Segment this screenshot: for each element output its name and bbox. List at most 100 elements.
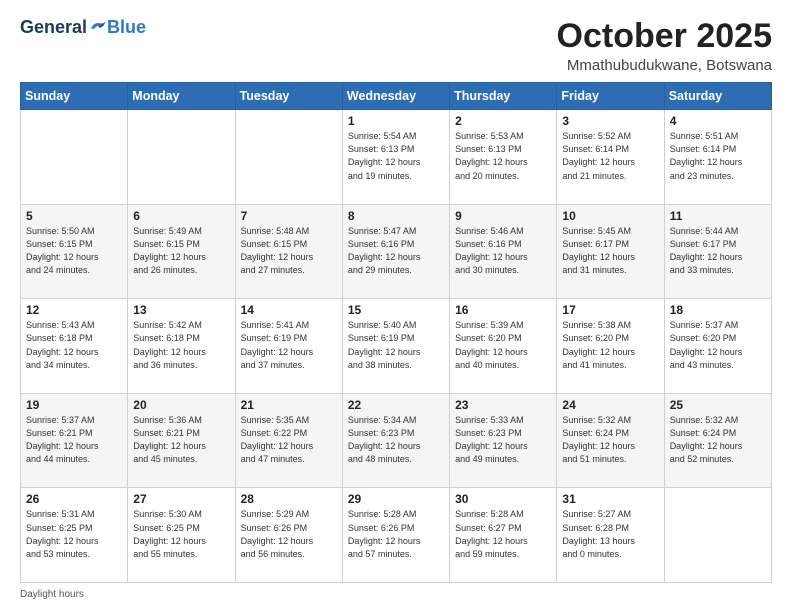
calendar-cell: 6Sunrise: 5:49 AM Sunset: 6:15 PM Daylig… (128, 204, 235, 299)
day-info: Sunrise: 5:39 AM Sunset: 6:20 PM Dayligh… (455, 319, 551, 371)
daylight-label: Daylight hours (20, 589, 84, 600)
calendar-cell: 2Sunrise: 5:53 AM Sunset: 6:13 PM Daylig… (450, 110, 557, 205)
day-number: 15 (348, 303, 444, 317)
day-number: 7 (241, 209, 337, 223)
day-info: Sunrise: 5:32 AM Sunset: 6:24 PM Dayligh… (562, 414, 658, 466)
calendar-week-row: 12Sunrise: 5:43 AM Sunset: 6:18 PM Dayli… (21, 299, 772, 394)
calendar-cell: 5 Sunrise: 5:50 AM Sunset: 6:15 PM Daylig… (21, 204, 128, 299)
day-number: 17 (562, 303, 658, 317)
title-section: October 2025 Mmathubudukwane, Botswana (557, 18, 772, 74)
day-number: 14 (241, 303, 337, 317)
day-number: 25 (670, 398, 766, 412)
day-number: 31 (562, 492, 658, 506)
day-info: Sunrise: 5:32 AM Sunset: 6:24 PM Dayligh… (670, 414, 766, 466)
footer: Daylight hours (20, 589, 772, 600)
day-number: 5 (26, 209, 122, 223)
month-title: October 2025 (557, 18, 772, 55)
calendar-header-sunday: Sunday (21, 83, 128, 110)
day-number: 20 (133, 398, 229, 412)
day-info: Sunrise: 5:43 AM Sunset: 6:18 PM Dayligh… (26, 319, 122, 371)
calendar-cell: 26 Sunrise: 5:31 AM Sunset: 6:25 PM Dayli… (21, 488, 128, 583)
calendar-header-monday: Monday (128, 83, 235, 110)
day-info: Sunrise: 5:45 AM Sunset: 6:17 PM Dayligh… (562, 225, 658, 277)
calendar-cell: 28Sunrise: 5:29 AM Sunset: 6:26 PM Dayli… (235, 488, 342, 583)
day-info: Sunrise: 5:33 AM Sunset: 6:23 PM Dayligh… (455, 414, 551, 466)
calendar-cell: 31 Sunrise: 5:27 AM Sunset: 6:28 PM Dayli… (557, 488, 664, 583)
calendar-cell: 1 Sunrise: 5:54 AM Sunset: 6:13 PM Daylig… (342, 110, 449, 205)
day-number: 24 (562, 398, 658, 412)
calendar-week-row: 26 Sunrise: 5:31 AM Sunset: 6:25 PM Dayli… (21, 488, 772, 583)
day-number: 3 (562, 114, 658, 128)
day-number: 22 (348, 398, 444, 412)
calendar-cell: 25 Sunrise: 5:32 AM Sunset: 6:24 PM Dayli… (664, 393, 771, 488)
day-info: Sunrise: 5:51 AM Sunset: 6:14 PM Dayligh… (670, 130, 766, 182)
day-number: 23 (455, 398, 551, 412)
day-info: Sunrise: 5:31 AM Sunset: 6:25 PM Dayligh… (26, 508, 122, 560)
calendar-cell: 29 Sunrise: 5:28 AM Sunset: 6:26 PM Dayli… (342, 488, 449, 583)
calendar-cell (664, 488, 771, 583)
calendar-cell: 27Sunrise: 5:30 AM Sunset: 6:25 PM Dayli… (128, 488, 235, 583)
calendar-cell: 14 Sunrise: 5:41 AM Sunset: 6:19 PM Dayli… (235, 299, 342, 394)
calendar-cell: 15Sunrise: 5:40 AM Sunset: 6:19 PM Dayli… (342, 299, 449, 394)
calendar-header-saturday: Saturday (664, 83, 771, 110)
calendar-cell: 9 Sunrise: 5:46 AM Sunset: 6:16 PM Daylig… (450, 204, 557, 299)
day-info: Sunrise: 5:41 AM Sunset: 6:19 PM Dayligh… (241, 319, 337, 371)
day-info: Sunrise: 5:42 AM Sunset: 6:18 PM Dayligh… (133, 319, 229, 371)
calendar-cell: 20 Sunrise: 5:36 AM Sunset: 6:21 PM Dayli… (128, 393, 235, 488)
calendar-header-tuesday: Tuesday (235, 83, 342, 110)
calendar-cell: 22 Sunrise: 5:34 AM Sunset: 6:23 PM Dayli… (342, 393, 449, 488)
day-number: 10 (562, 209, 658, 223)
day-info: Sunrise: 5:34 AM Sunset: 6:23 PM Dayligh… (348, 414, 444, 466)
location-title: Mmathubudukwane, Botswana (557, 57, 772, 74)
calendar-week-row: 19 Sunrise: 5:37 AM Sunset: 6:21 PM Dayli… (21, 393, 772, 488)
day-info: Sunrise: 5:38 AM Sunset: 6:20 PM Dayligh… (562, 319, 658, 371)
day-info: Sunrise: 5:28 AM Sunset: 6:27 PM Dayligh… (455, 508, 551, 560)
day-number: 13 (133, 303, 229, 317)
calendar-cell (21, 110, 128, 205)
day-number: 19 (26, 398, 122, 412)
day-number: 11 (670, 209, 766, 223)
calendar-cell: 21Sunrise: 5:35 AM Sunset: 6:22 PM Dayli… (235, 393, 342, 488)
calendar-cell: 7 Sunrise: 5:48 AM Sunset: 6:15 PM Daylig… (235, 204, 342, 299)
page: General Blue October 2025 Mmathubudukwan… (0, 0, 792, 612)
day-info: Sunrise: 5:47 AM Sunset: 6:16 PM Dayligh… (348, 225, 444, 277)
day-number: 8 (348, 209, 444, 223)
calendar-cell: 16Sunrise: 5:39 AM Sunset: 6:20 PM Dayli… (450, 299, 557, 394)
logo-blue: Blue (107, 18, 146, 38)
day-number: 1 (348, 114, 444, 128)
calendar-cell: 8 Sunrise: 5:47 AM Sunset: 6:16 PM Daylig… (342, 204, 449, 299)
day-info: Sunrise: 5:50 AM Sunset: 6:15 PM Dayligh… (26, 225, 122, 277)
day-info: Sunrise: 5:54 AM Sunset: 6:13 PM Dayligh… (348, 130, 444, 182)
calendar-header-wednesday: Wednesday (342, 83, 449, 110)
calendar-header-row: SundayMondayTuesdayWednesdayThursdayFrid… (21, 83, 772, 110)
day-info: Sunrise: 5:30 AM Sunset: 6:25 PM Dayligh… (133, 508, 229, 560)
day-number: 4 (670, 114, 766, 128)
calendar-cell: 11Sunrise: 5:44 AM Sunset: 6:17 PM Dayli… (664, 204, 771, 299)
day-info: Sunrise: 5:35 AM Sunset: 6:22 PM Dayligh… (241, 414, 337, 466)
day-number: 18 (670, 303, 766, 317)
calendar-cell: 10 Sunrise: 5:45 AM Sunset: 6:17 PM Dayli… (557, 204, 664, 299)
calendar-cell: 12Sunrise: 5:43 AM Sunset: 6:18 PM Dayli… (21, 299, 128, 394)
day-number: 28 (241, 492, 337, 506)
day-info: Sunrise: 5:36 AM Sunset: 6:21 PM Dayligh… (133, 414, 229, 466)
day-number: 9 (455, 209, 551, 223)
calendar-cell: 30Sunrise: 5:28 AM Sunset: 6:27 PM Dayli… (450, 488, 557, 583)
logo-general: General (20, 18, 87, 38)
day-info: Sunrise: 5:37 AM Sunset: 6:21 PM Dayligh… (26, 414, 122, 466)
day-info: Sunrise: 5:53 AM Sunset: 6:13 PM Dayligh… (455, 130, 551, 182)
calendar-cell: 4 Sunrise: 5:51 AM Sunset: 6:14 PM Daylig… (664, 110, 771, 205)
calendar-cell: 18Sunrise: 5:37 AM Sunset: 6:20 PM Dayli… (664, 299, 771, 394)
calendar-cell (128, 110, 235, 205)
day-info: Sunrise: 5:28 AM Sunset: 6:26 PM Dayligh… (348, 508, 444, 560)
day-info: Sunrise: 5:46 AM Sunset: 6:16 PM Dayligh… (455, 225, 551, 277)
calendar-table: SundayMondayTuesdayWednesdayThursdayFrid… (20, 82, 772, 583)
day-number: 26 (26, 492, 122, 506)
calendar-week-row: 1 Sunrise: 5:54 AM Sunset: 6:13 PM Daylig… (21, 110, 772, 205)
logo: General Blue (20, 18, 146, 38)
day-number: 29 (348, 492, 444, 506)
calendar-cell: 23 Sunrise: 5:33 AM Sunset: 6:23 PM Dayli… (450, 393, 557, 488)
day-info: Sunrise: 5:27 AM Sunset: 6:28 PM Dayligh… (562, 508, 658, 560)
calendar-header-friday: Friday (557, 83, 664, 110)
calendar-cell: 3Sunrise: 5:52 AM Sunset: 6:14 PM Daylig… (557, 110, 664, 205)
day-info: Sunrise: 5:48 AM Sunset: 6:15 PM Dayligh… (241, 225, 337, 277)
